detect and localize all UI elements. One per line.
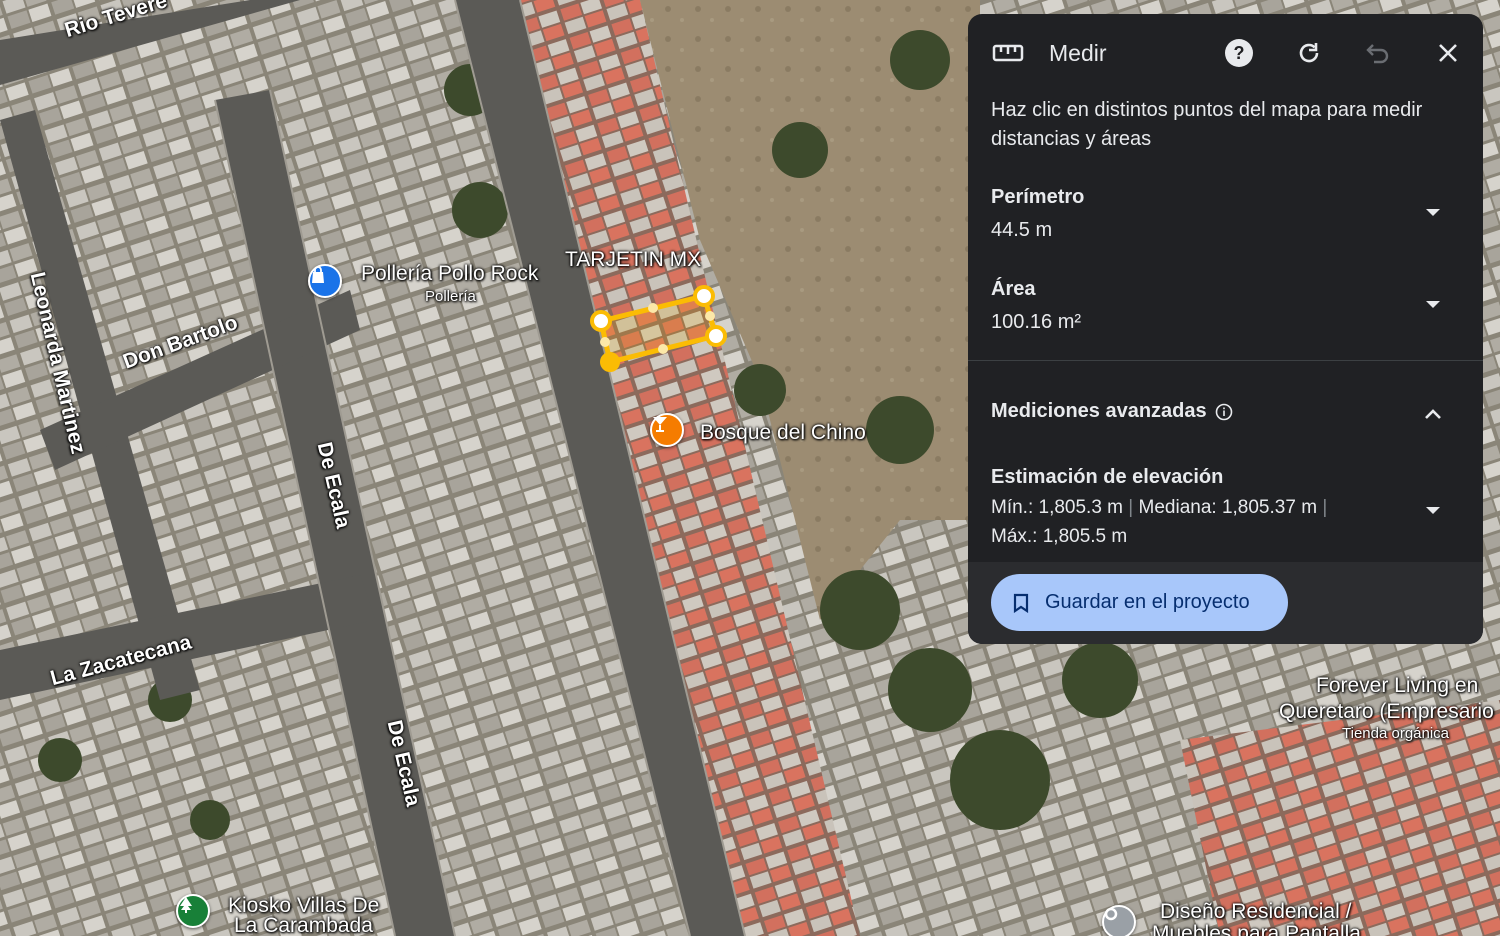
- perimeter-value: 44.5 m: [991, 219, 1053, 241]
- panel-header: Medir ?: [968, 14, 1483, 94]
- chevron-down-icon[interactable]: [1423, 202, 1443, 222]
- chevron-up-icon[interactable]: [1423, 404, 1443, 424]
- reset-icon[interactable]: [1292, 36, 1326, 70]
- vertex-handle[interactable]: [590, 310, 612, 332]
- vertex-handle[interactable]: [600, 352, 620, 372]
- midpoint-handle[interactable]: [648, 303, 658, 313]
- poi-forever-name-2[interactable]: Queretaro (Empresario: [1279, 700, 1494, 723]
- elevation-line-1: Mín.: 1,805.3 m | Mediana: 1,805.37 m |: [991, 498, 1391, 518]
- midpoint-handle[interactable]: [658, 344, 668, 354]
- vertex-handle[interactable]: [705, 325, 727, 347]
- elevation-line-2: Máx.: 1,805.5 m: [991, 527, 1391, 547]
- ruler-icon: [990, 36, 1026, 70]
- help-icon[interactable]: ?: [1222, 36, 1256, 70]
- panel-title: Medir: [1049, 40, 1107, 66]
- poi-bosque-name[interactable]: Bosque del Chino: [700, 421, 866, 444]
- elevation-label: Estimación de elevación: [991, 466, 1224, 488]
- divider: [968, 360, 1483, 361]
- shopping-bag-icon[interactable]: [308, 264, 342, 298]
- close-icon[interactable]: [1431, 36, 1465, 70]
- instruction-text: Haz clic en distintos puntos del mapa pa…: [991, 99, 1423, 150]
- advanced-label: Mediciones avanzadas: [991, 400, 1207, 422]
- elevation-max: Máx.: 1,805.5 m: [991, 526, 1128, 547]
- separator: |: [1322, 497, 1328, 518]
- poi-diseno-name-2[interactable]: Muebles para Pantalla: [1152, 922, 1361, 936]
- place-icon[interactable]: [1102, 905, 1136, 936]
- measure-panel: Medir ? Haz clic en distintos puntos del…: [968, 14, 1483, 644]
- poi-polleria-category: Pollería: [425, 288, 476, 305]
- poi-kiosko-name-2[interactable]: La Carambada: [234, 914, 373, 936]
- area-value: 100.16 m²: [991, 311, 1082, 333]
- tree-icon[interactable]: [176, 894, 210, 928]
- chevron-down-icon[interactable]: [1423, 294, 1443, 314]
- poi-forever-category: Tienda orgánica: [1342, 725, 1450, 742]
- separator: |: [1128, 497, 1139, 518]
- save-to-project-button[interactable]: Guardar en el proyecto: [991, 574, 1288, 631]
- vertex-handle[interactable]: [693, 285, 715, 307]
- bookmark-icon: [1013, 593, 1029, 613]
- advanced-measurements-toggle[interactable]: Mediciones avanzadas: [991, 400, 1233, 423]
- info-icon[interactable]: [1215, 403, 1233, 421]
- midpoint-handle[interactable]: [600, 337, 610, 347]
- poi-polleria-name[interactable]: Pollería Pollo Rock: [361, 262, 538, 285]
- midpoint-handle[interactable]: [705, 311, 715, 321]
- save-button-label: Guardar en el proyecto: [1045, 591, 1250, 613]
- svg-text:?: ?: [1234, 43, 1245, 63]
- elevation-section: Estimación de elevación Mín.: 1,805.3 m …: [991, 466, 1391, 547]
- poi-diseno-name-1[interactable]: Diseño Residencial /: [1160, 900, 1351, 923]
- elevation-min: Mín.: 1,805.3 m: [991, 497, 1124, 518]
- cocktail-icon[interactable]: [650, 413, 684, 447]
- elevation-median: Mediana: 1,805.37 m: [1138, 497, 1318, 518]
- perimeter-section[interactable]: Perímetro 44.5 m: [991, 186, 1461, 242]
- poi-tarjetin-name[interactable]: TARJETIN MX: [565, 248, 701, 271]
- poi-forever-name-1[interactable]: Forever Living en: [1316, 674, 1478, 697]
- area-label: Área: [991, 278, 1036, 300]
- panel-footer: Guardar en el proyecto: [968, 562, 1483, 644]
- undo-icon[interactable]: [1361, 36, 1395, 70]
- chevron-down-icon[interactable]: [1423, 500, 1443, 520]
- perimeter-label: Perímetro: [991, 186, 1085, 208]
- area-section[interactable]: Área 100.16 m²: [991, 278, 1461, 334]
